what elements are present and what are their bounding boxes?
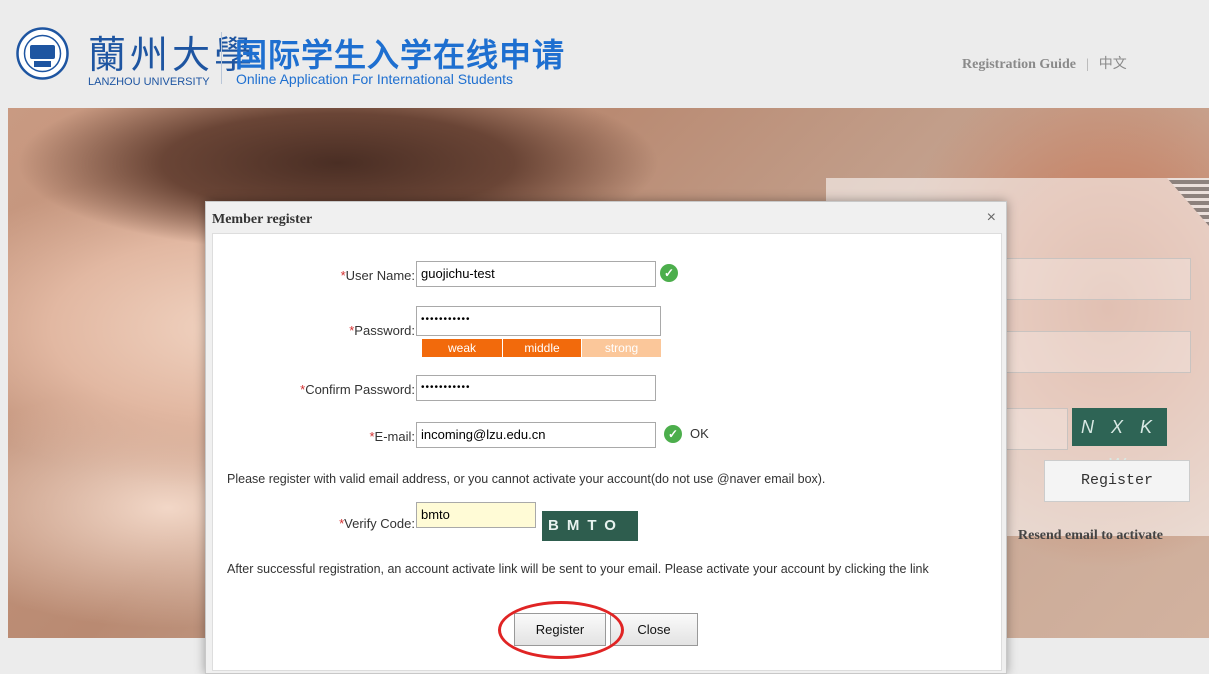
strength-strong: strong [582,339,661,357]
password-strength-meter: weak middle strong [422,339,661,357]
email-instruction: Please register with valid email address… [227,472,826,486]
member-register-dialog: Member register × *User Name: guojichu-t… [205,201,1007,674]
header-links: Registration Guide | 中文 [962,53,1127,73]
password-label: *Password: [349,323,415,338]
login-captcha-image[interactable]: N X K W [1072,408,1167,475]
password-input[interactable]: ••••••••••• [416,306,661,336]
university-logo-chinese: 蘭州大學 [88,33,257,77]
panel-register-button[interactable]: Register [1044,460,1190,502]
dialog-title: Member register [212,212,313,227]
university-logo-english: LANZHOU UNIVERSITY [88,76,210,88]
verify-code-label: *Verify Code: [339,516,415,531]
site-title-chinese: 国际学生入学在线申请 [235,37,566,73]
strength-weak: weak [422,339,502,357]
site-header: 蘭州大學 LANZHOU UNIVERSITY 国际学生入学在线申请 Onlin… [0,0,1209,108]
username-input[interactable]: guojichu-test [416,261,656,287]
language-chinese-link[interactable]: 中文 [1099,57,1127,72]
verify-code-input[interactable]: bmto [416,502,536,528]
registration-guide-link[interactable]: Registration Guide [962,57,1076,72]
close-icon[interactable]: × [987,209,996,227]
email-valid-check-icon: ✓ [664,425,682,443]
verify-code-image[interactable]: BMTO [542,511,638,541]
activation-instruction: After successful registration, an accoun… [227,562,929,576]
login-username-field[interactable] [1006,258,1191,300]
username-valid-check-icon: ✓ [660,264,678,282]
close-button[interactable]: Close [610,613,698,646]
username-label: *User Name: [340,268,415,283]
qr-code-icon[interactable] [1167,178,1209,226]
register-button[interactable]: Register [514,613,606,646]
email-ok-text: OK [690,426,709,441]
email-label: *E-mail: [369,429,415,444]
resend-activation-link[interactable]: Resend email to activate [1018,528,1163,544]
login-password-field[interactable] [1006,331,1191,373]
logo-divider [221,32,222,84]
confirm-password-input[interactable]: ••••••••••• [416,375,656,401]
university-seal-icon [16,27,69,80]
dialog-body: *User Name: guojichu-test ✓ *Password: •… [212,233,1002,671]
email-input[interactable]: incoming@lzu.edu.cn [416,422,656,448]
strength-middle: middle [503,339,581,357]
confirm-password-label: *Confirm Password: [300,382,415,397]
site-title-english: Online Application For International Stu… [236,71,514,87]
header-link-separator: | [1085,57,1089,72]
